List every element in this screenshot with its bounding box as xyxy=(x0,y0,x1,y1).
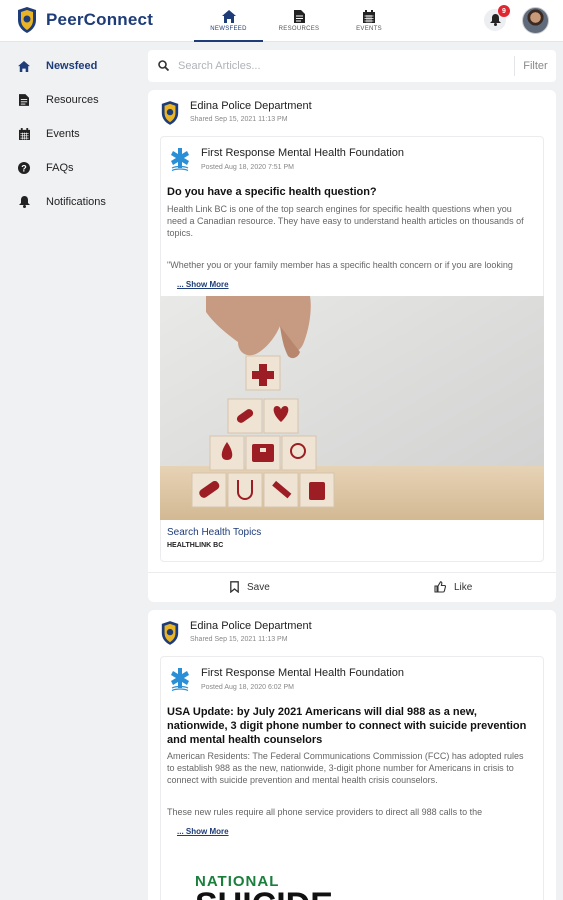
link-source: HEALTHLINK BC xyxy=(167,542,224,549)
shared-article-body: American Residents: The Federal Communic… xyxy=(167,751,524,785)
home-icon xyxy=(221,10,236,23)
bell-icon xyxy=(489,14,501,26)
calendar-icon xyxy=(363,10,375,23)
sidebar-item-events[interactable]: Events xyxy=(18,124,80,144)
brand[interactable]: PeerConnect xyxy=(16,6,153,34)
bookmark-icon xyxy=(230,581,239,593)
search-icon xyxy=(158,60,169,71)
link-title[interactable]: Search Health Topics xyxy=(167,527,261,538)
health-blocks-image xyxy=(160,296,544,520)
bell-icon xyxy=(18,196,30,208)
sidebar-item-label: FAQs xyxy=(46,162,74,174)
police-badge-logo xyxy=(18,7,36,33)
shared-article-body-more: These new rules require all phone servic… xyxy=(167,807,483,817)
shared-article-header: First Response Mental Health Foundation … xyxy=(169,667,404,691)
search-bar: Filter xyxy=(148,50,556,82)
logo-text-suicide: SUICIDE xyxy=(195,888,333,900)
like-label: Like xyxy=(454,581,473,593)
shared-org-name: First Response Mental Health Foundation xyxy=(201,667,404,679)
thumbs-up-icon xyxy=(434,581,446,593)
sidebar-item-label: Newsfeed xyxy=(46,60,98,72)
svg-text:?: ? xyxy=(21,163,27,173)
sidebar-item-newsfeed[interactable]: Newsfeed xyxy=(18,56,97,76)
notifications-button[interactable]: 9 xyxy=(484,5,510,31)
question-icon: ? xyxy=(18,162,30,174)
tab-resources[interactable]: RESOURCES xyxy=(266,0,332,42)
star-of-life-logo xyxy=(171,148,189,171)
show-more-link[interactable]: ... Show More xyxy=(177,280,229,289)
shared-posted-time: Posted Aug 18, 2020 7:51 PM xyxy=(201,164,295,171)
sidebar-item-notifications[interactable]: Notifications xyxy=(18,192,106,212)
shared-article-header: First Response Mental Health Foundation … xyxy=(169,147,404,171)
save-label: Save xyxy=(247,581,270,593)
sidebar: Newsfeed Resources Events ? FAQs Notific… xyxy=(0,42,148,900)
post-header: Edina Police Department Shared Sep 15, 2… xyxy=(160,620,312,646)
police-badge-logo xyxy=(161,621,179,645)
tab-label: EVENTS xyxy=(356,26,382,32)
calendar-icon xyxy=(18,128,30,140)
top-bar: PeerConnect NEWSFEED RESOURCES EVENTS 9 xyxy=(0,0,563,42)
post-actions: Save Like xyxy=(148,572,556,602)
notification-badge: 9 xyxy=(498,5,510,17)
post-author[interactable]: Edina Police Department xyxy=(190,620,312,633)
post-shared-time: Shared Sep 15, 2021 11:13 PM xyxy=(190,116,288,123)
shared-article[interactable]: First Response Mental Health Foundation … xyxy=(160,656,544,900)
shared-article[interactable]: First Response Mental Health Foundation … xyxy=(160,136,544,562)
shared-article-body: Health Link BC is one of the top search … xyxy=(167,204,524,238)
shared-article-title: Do you have a specific health question? xyxy=(167,186,377,198)
star-of-life-logo xyxy=(171,668,189,691)
like-button[interactable]: Like xyxy=(434,581,472,593)
search-input[interactable] xyxy=(178,57,498,75)
sidebar-item-label: Resources xyxy=(46,94,99,106)
shared-article-title: USA Update: by July 2021 Americans will … xyxy=(167,706,527,746)
shared-org-name: First Response Mental Health Foundation xyxy=(201,147,404,159)
tab-label: NEWSFEED xyxy=(210,26,247,32)
document-icon xyxy=(293,10,305,23)
post-shared-time: Shared Sep 15, 2021 11:13 PM xyxy=(190,636,288,643)
post-author[interactable]: Edina Police Department xyxy=(190,100,312,113)
save-button[interactable]: Save xyxy=(230,581,270,593)
suicide-lifeline-logo: NATIONAL SUICIDE xyxy=(195,873,333,900)
shared-article-body-more: "Whether you or your family member has a… xyxy=(167,260,513,270)
tab-events[interactable]: EVENTS xyxy=(338,0,400,42)
app-name: PeerConnect xyxy=(46,10,154,29)
home-icon xyxy=(18,60,30,72)
post-card: Edina Police Department Shared Sep 15, 2… xyxy=(148,90,556,602)
filter-button[interactable]: Filter xyxy=(514,56,556,76)
tab-label: RESOURCES xyxy=(278,26,320,32)
sidebar-item-resources[interactable]: Resources xyxy=(18,90,99,110)
avatar[interactable] xyxy=(522,7,549,34)
sidebar-item-faqs[interactable]: ? FAQs xyxy=(18,158,74,178)
sidebar-item-label: Notifications xyxy=(46,196,106,208)
post-header: Edina Police Department Shared Sep 15, 2… xyxy=(160,100,312,126)
sidebar-item-label: Events xyxy=(46,128,80,140)
document-icon xyxy=(18,94,30,106)
shared-posted-time: Posted Aug 18, 2020 6:02 PM xyxy=(201,684,295,691)
police-badge-logo xyxy=(161,101,179,125)
show-more-link[interactable]: ... Show More xyxy=(177,827,229,836)
post-card: Edina Police Department Shared Sep 15, 2… xyxy=(148,610,556,900)
tab-newsfeed[interactable]: NEWSFEED xyxy=(194,0,263,42)
